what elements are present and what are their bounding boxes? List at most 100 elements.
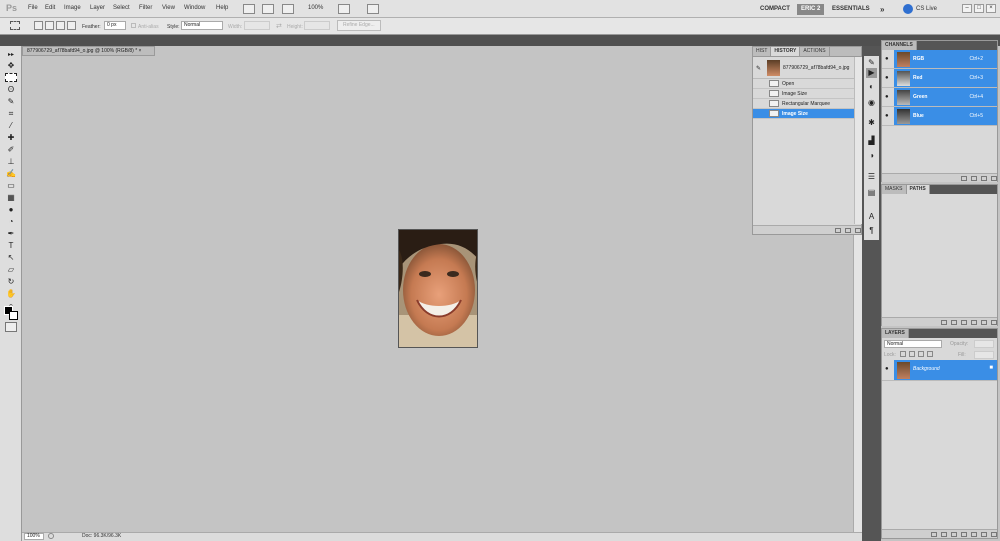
eyedropper-tool-icon[interactable]: ⁄ (5, 121, 17, 131)
channel-rgb[interactable]: ● RGB Ctrl+2 (882, 50, 997, 69)
delete-path-icon[interactable] (991, 320, 997, 325)
actions-panel-icon[interactable]: ▶ (866, 68, 877, 78)
blend-mode-select[interactable]: Normal (884, 340, 942, 348)
histogram-icon[interactable]: ▟ (866, 136, 877, 146)
workspace-essentials[interactable]: ESSENTIALS (828, 4, 874, 15)
menu-file[interactable]: File (28, 5, 38, 11)
menu-window[interactable]: Window (184, 5, 205, 11)
adjustments-icon[interactable]: ◐ (866, 82, 877, 92)
tab-layers[interactable]: LAYERS (882, 329, 909, 338)
history-item-image-size[interactable]: Image Size (753, 89, 861, 99)
swap-icon[interactable]: ⇄ (276, 22, 282, 30)
maximize-icon[interactable]: □ (974, 4, 984, 13)
style-select[interactable]: Normal (181, 21, 223, 30)
mini-bridge-icon[interactable] (262, 4, 274, 14)
more-workspaces-icon[interactable]: » (876, 4, 888, 15)
lock-position-icon[interactable] (918, 351, 924, 357)
eye-icon[interactable]: ● (885, 56, 889, 62)
document-tab[interactable]: 877906729_af78bafd94_o.jpg @ 100% (RGB/8… (22, 46, 155, 56)
eraser-tool-icon[interactable]: ▭ (5, 181, 17, 191)
opacity-input[interactable] (974, 340, 994, 348)
fill-input[interactable] (974, 351, 994, 359)
close-tab-icon[interactable]: × (139, 48, 142, 54)
document-image[interactable] (398, 229, 478, 348)
eye-icon[interactable]: ● (885, 113, 889, 119)
history-scrollbar[interactable] (854, 57, 862, 224)
add-mask-icon[interactable] (951, 532, 957, 537)
new-group-icon[interactable] (971, 532, 977, 537)
dodge-tool-icon[interactable]: ◔ (5, 217, 17, 227)
history-snapshot[interactable]: ✎ 877906729_af78bafd94_o.jpg (753, 57, 861, 79)
blur-tool-icon[interactable]: ● (5, 205, 17, 215)
quick-mask-icon[interactable] (5, 322, 17, 332)
width-input[interactable] (244, 21, 270, 30)
path-select-icon[interactable]: ↖ (5, 253, 17, 263)
background-color-swatch[interactable] (9, 311, 18, 320)
new-layer-icon[interactable] (981, 532, 987, 537)
new-selection-icon[interactable] (34, 21, 43, 30)
minimize-icon[interactable]: – (962, 4, 972, 13)
eye-icon[interactable]: ● (885, 366, 889, 372)
layer-style-icon[interactable] (941, 532, 947, 537)
tab-history[interactable]: HISTORY (771, 47, 801, 56)
masks-icon[interactable]: ◉ (866, 98, 877, 108)
info-panel-icon[interactable]: ◑ (866, 151, 877, 161)
history-brush-icon[interactable]: ✍ (5, 169, 17, 179)
workspace-current[interactable]: ERIC 2 (797, 4, 825, 15)
history-item-rect-marquee[interactable]: Rectangular Marquee (753, 99, 861, 109)
screen-mode-icon[interactable] (367, 4, 379, 14)
new-document-from-state-icon[interactable] (835, 228, 841, 233)
extras-icon[interactable] (282, 4, 294, 14)
close-icon[interactable]: × (986, 4, 996, 13)
type-tool-icon[interactable]: T (5, 241, 17, 251)
menu-layer[interactable]: Layer (90, 5, 105, 11)
3d-rotate-icon[interactable]: ↻ (5, 277, 17, 287)
character-panel-icon[interactable]: A (866, 212, 877, 222)
new-channel-icon[interactable] (981, 176, 987, 181)
gradient-tool-icon[interactable]: ▦ (5, 193, 17, 203)
menu-select[interactable]: Select (113, 5, 130, 11)
height-input[interactable] (304, 21, 330, 30)
quick-select-tool-icon[interactable]: ✎ (5, 97, 17, 107)
marquee-tool-icon[interactable] (5, 73, 17, 82)
make-work-path-icon[interactable] (971, 320, 977, 325)
snapshot-brush-icon[interactable]: ✎ (756, 65, 761, 72)
menu-view[interactable]: View (162, 5, 175, 11)
color-panel-icon[interactable]: ✱ (866, 118, 877, 128)
eye-icon[interactable]: ● (885, 75, 889, 81)
delete-channel-icon[interactable] (991, 176, 997, 181)
stroke-path-icon[interactable] (951, 320, 957, 325)
pen-tool-icon[interactable]: ✒ (5, 229, 17, 239)
shape-tool-icon[interactable]: ▱ (5, 265, 17, 275)
lock-transparent-icon[interactable] (900, 351, 906, 357)
channel-green[interactable]: ● Green Ctrl+4 (882, 88, 997, 107)
refine-edge-button[interactable]: Refine Edge... (337, 20, 381, 31)
move-tool-icon[interactable]: ✥ (5, 61, 17, 71)
eye-icon[interactable]: ● (885, 94, 889, 100)
paragraph-panel-icon[interactable]: ¶ (866, 226, 877, 236)
lock-all-icon[interactable] (927, 351, 933, 357)
tab-channels[interactable]: CHANNELS (882, 41, 917, 50)
load-path-icon[interactable] (961, 320, 967, 325)
workspace-compact[interactable]: COMPACT (756, 4, 794, 15)
status-info-icon[interactable] (48, 533, 54, 539)
tab-masks[interactable]: MASKS (882, 185, 907, 194)
brush-presets-icon[interactable]: ▤ (866, 188, 877, 198)
save-selection-icon[interactable] (971, 176, 977, 181)
tab-hist-short[interactable]: HIST (753, 47, 772, 56)
arrange-documents-icon[interactable] (338, 4, 350, 14)
add-to-selection-icon[interactable] (45, 21, 54, 30)
menu-help[interactable]: Help (216, 5, 228, 11)
status-zoom-field[interactable]: 100% (24, 533, 44, 540)
menu-edit[interactable]: Edit (45, 5, 55, 11)
menu-filter[interactable]: Filter (139, 5, 152, 11)
crop-tool-icon[interactable]: ⌗ (5, 109, 17, 119)
antialias-checkbox[interactable] (131, 23, 136, 28)
clone-stamp-icon[interactable]: ⊥ (5, 157, 17, 167)
navigator-icon[interactable]: ☰ (866, 172, 877, 182)
subtract-from-selection-icon[interactable] (56, 21, 65, 30)
intersect-selection-icon[interactable] (67, 21, 76, 30)
cs-live-button[interactable]: CS Live (912, 4, 941, 15)
brush-tool-icon[interactable]: ✐ (5, 145, 17, 155)
delete-layer-icon[interactable] (991, 532, 997, 537)
